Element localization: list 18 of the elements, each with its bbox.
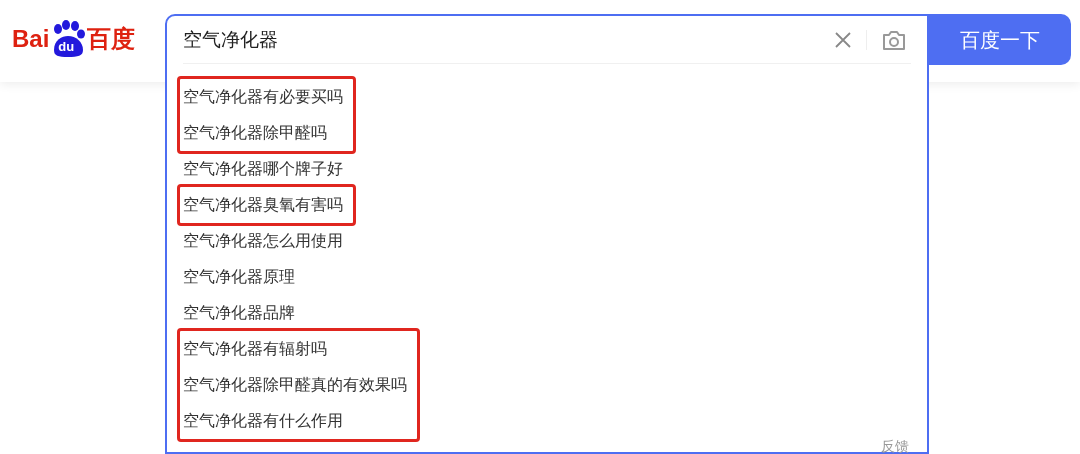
suggestion-item[interactable]: 空气净化器臭氧有害吗 bbox=[183, 187, 343, 223]
logo-text: Bai bbox=[12, 27, 50, 51]
suggestion-item[interactable]: 空气净化器原理 bbox=[183, 259, 343, 295]
suggestion-item[interactable]: 空气净化器有辐射吗 bbox=[183, 331, 407, 367]
search-field[interactable]: 空气净化器 bbox=[183, 19, 834, 60]
paw-logo-icon bbox=[54, 20, 86, 57]
search-button[interactable]: 百度一下 bbox=[928, 14, 1071, 65]
logo-text: du bbox=[58, 40, 75, 53]
close-icon[interactable] bbox=[834, 30, 852, 49]
suggestion-item[interactable]: 空气净化器除甲醛真的有效果吗 bbox=[183, 367, 407, 403]
suggestion-item[interactable]: 空气净化器有什么作用 bbox=[183, 403, 407, 439]
suggestion-item[interactable]: 空气净化器哪个牌子好 bbox=[183, 151, 343, 187]
camera-icon[interactable] bbox=[881, 28, 907, 51]
suggestion-item[interactable]: 空气净化器有必要买吗 bbox=[183, 79, 343, 115]
suggestion-item[interactable]: 空气净化器除甲醛吗 bbox=[183, 115, 343, 151]
suggestion-item[interactable]: 空气净化器怎么用使用 bbox=[183, 223, 343, 259]
suggestion-item[interactable]: 空气净化器品牌 bbox=[183, 295, 343, 331]
logo-text: 百度 bbox=[87, 27, 136, 51]
